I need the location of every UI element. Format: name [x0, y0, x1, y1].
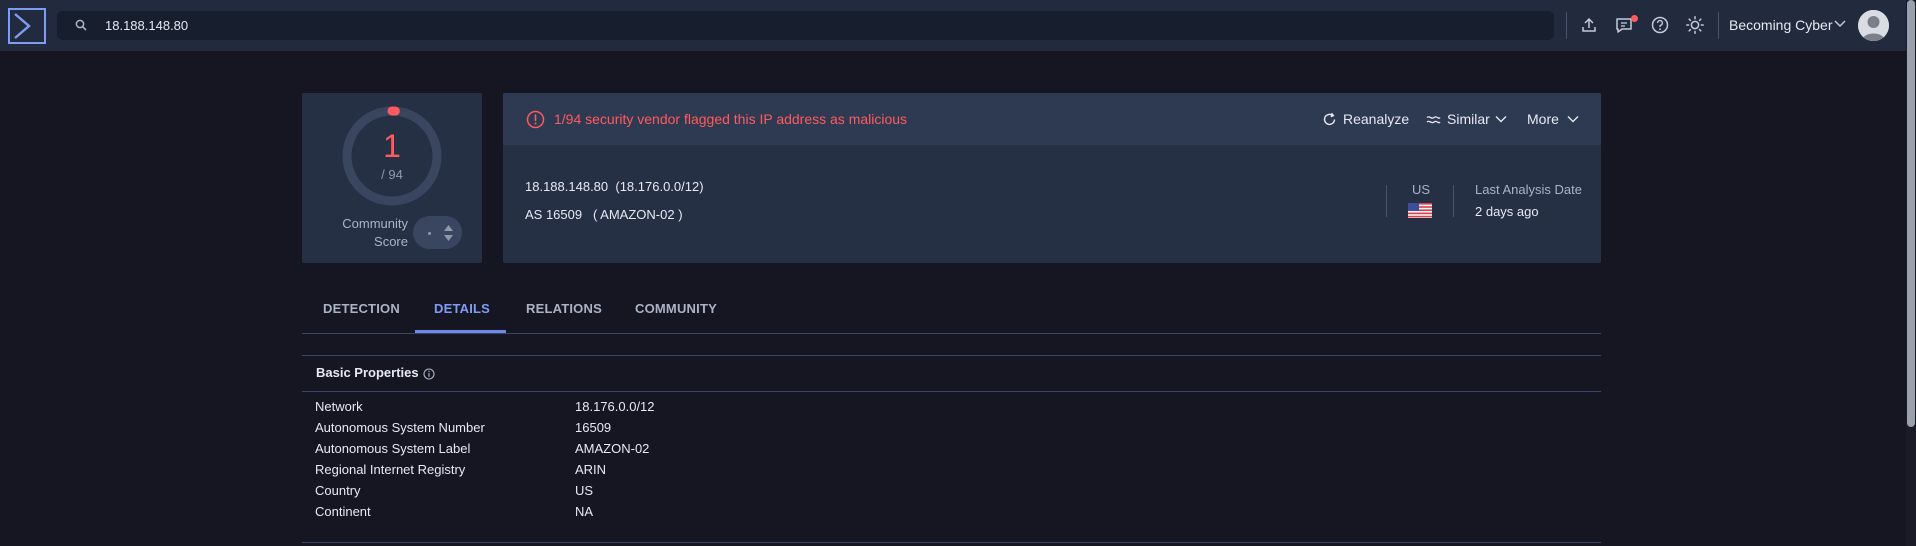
property-key: Network	[315, 399, 363, 414]
scrollbar-thumb[interactable]	[1907, 0, 1915, 427]
section-title: Basic Properties	[316, 365, 419, 380]
notification-badge	[1631, 15, 1638, 22]
us-flag-icon	[1408, 203, 1432, 218]
property-value: AMAZON-02	[575, 441, 650, 456]
similar-button[interactable]: Similar	[1426, 111, 1507, 127]
section-divider	[302, 542, 1601, 543]
tab-relations[interactable]: RELATIONS	[526, 301, 602, 316]
ip-network[interactable]: (18.176.0.0/12)	[615, 179, 703, 194]
top-bar: Becoming Cyber	[0, 0, 1906, 51]
tab-details[interactable]: DETAILS	[434, 301, 490, 316]
refresh-icon	[1323, 112, 1336, 125]
property-row: Country US	[302, 483, 1601, 504]
search-input[interactable]	[105, 11, 1505, 40]
alert-bar: 1/94 security vendor flagged this IP add…	[503, 93, 1601, 145]
similar-label: Similar	[1447, 111, 1490, 127]
vote-up-icon[interactable]	[444, 225, 453, 231]
community-vote-control[interactable]	[413, 216, 462, 249]
property-row: Network 18.176.0.0/12	[302, 399, 1601, 420]
more-button[interactable]: More	[1527, 111, 1579, 127]
more-label: More	[1527, 111, 1559, 127]
search-icon	[75, 19, 87, 31]
upload-icon[interactable]	[1579, 15, 1599, 35]
section-divider	[302, 355, 1601, 356]
property-row: Continent NA	[302, 504, 1601, 525]
vote-indicator	[428, 232, 431, 235]
account-name[interactable]: Becoming Cyber	[1729, 17, 1833, 33]
as-label: ( AMAZON-02 )	[592, 207, 683, 222]
ip-address: 18.188.148.80	[525, 179, 609, 194]
property-key: Regional Internet Registry	[315, 462, 466, 477]
theme-toggle-icon[interactable]	[1685, 15, 1705, 35]
last-analysis-label: Last Analysis Date	[1475, 182, 1582, 197]
detection-total: / 94	[381, 167, 403, 182]
vote-down-icon[interactable]	[444, 235, 453, 241]
help-icon[interactable]	[1650, 15, 1670, 35]
property-key: Continent	[315, 504, 371, 519]
tab-detection[interactable]: DETECTION	[323, 301, 400, 316]
community-label-line: Score	[374, 234, 408, 249]
as-number: AS 16509	[525, 207, 583, 222]
detection-count: 1	[383, 128, 401, 164]
tab-bar: DETECTION DETAILS RELATIONS COMMUNITY	[302, 289, 1601, 334]
toolbar-divider	[1566, 12, 1567, 39]
active-tab-indicator	[415, 330, 506, 333]
asn-line: AS 16509 ( AMAZON-02 )	[525, 207, 683, 222]
property-value: ARIN	[575, 462, 607, 477]
last-analysis-value: 2 days ago	[1475, 204, 1539, 219]
community-score-label: Community Score	[328, 215, 408, 251]
community-label-line: Community	[342, 216, 408, 231]
virustotal-logo-icon[interactable]	[8, 8, 46, 44]
alert-circle-icon	[526, 110, 545, 129]
avatar[interactable]	[1858, 10, 1889, 41]
section-divider	[302, 391, 1601, 392]
similar-icon	[1426, 115, 1441, 123]
reanalyze-button[interactable]: Reanalyze	[1322, 111, 1409, 127]
malicious-alert-text: 1/94 security vendor flagged this IP add…	[554, 111, 908, 127]
property-key: Autonomous System Label	[315, 441, 471, 456]
property-key: Autonomous System Number	[315, 420, 485, 435]
property-value: 16509	[575, 420, 612, 435]
detection-score-card: 1 / 94 Community Score	[302, 93, 482, 263]
chevron-down-icon	[1495, 116, 1507, 123]
chevron-down-icon[interactable]	[1834, 19, 1846, 29]
info-divider	[1453, 185, 1454, 217]
tab-community[interactable]: COMMUNITY	[635, 301, 717, 316]
info-icon[interactable]	[423, 368, 435, 380]
chevron-down-icon	[1567, 116, 1579, 123]
property-key: Country	[315, 483, 361, 498]
info-divider	[1386, 185, 1387, 217]
reanalyze-label: Reanalyze	[1343, 111, 1410, 127]
property-row: Autonomous System Label AMAZON-02	[302, 441, 1601, 462]
property-value: 18.176.0.0/12	[575, 399, 655, 414]
ip-summary-card: 1/94 security vendor flagged this IP add…	[503, 93, 1601, 263]
user-avatar-icon	[1858, 10, 1889, 41]
property-row: Regional Internet Registry ARIN	[302, 462, 1601, 483]
search-bar[interactable]	[57, 11, 1554, 40]
property-value: US	[575, 483, 594, 498]
ip-address-line: 18.188.148.80 (18.176.0.0/12)	[525, 179, 704, 194]
property-value: NA	[575, 504, 594, 519]
country-code: US	[1412, 182, 1431, 197]
toolbar-divider	[1718, 12, 1719, 39]
property-row: Autonomous System Number 16509	[302, 420, 1601, 441]
